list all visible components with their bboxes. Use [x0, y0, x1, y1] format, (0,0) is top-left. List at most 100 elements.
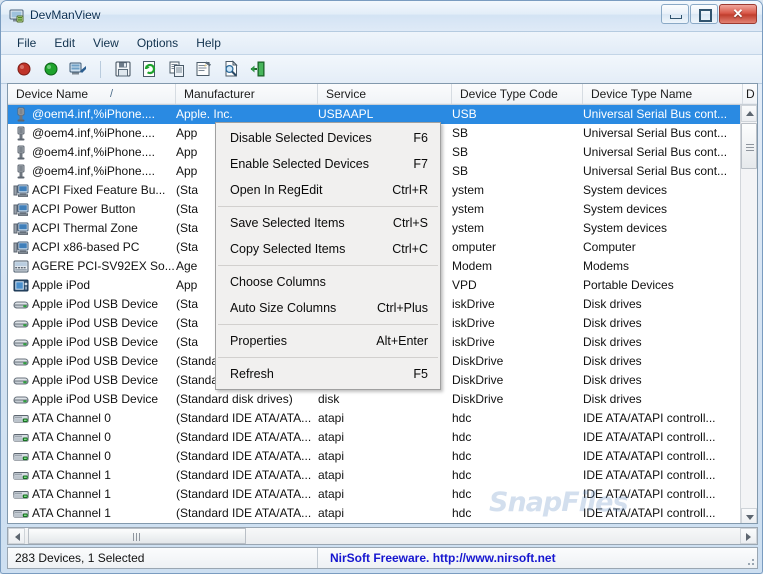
- column-header-service[interactable]: Service: [318, 84, 452, 104]
- context-menu-item-choose-columns[interactable]: Choose Columns: [216, 269, 440, 295]
- status-nirsoft-link[interactable]: NirSoft Freeware. http://www.nirsoft.net: [318, 548, 556, 568]
- context-menu-item-copy-selected-items[interactable]: Copy Selected Items Ctrl+C: [216, 236, 440, 262]
- device-name-cell: ATA Channel 0: [32, 449, 111, 463]
- context-menu-item-enable-selected-devices[interactable]: Enable Selected Devices F7: [216, 151, 440, 177]
- table-row[interactable]: Apple iPod USB Device (Standard disk driv…: [8, 390, 742, 409]
- device-name-cell: Apple iPod USB Device: [32, 392, 159, 406]
- column-header-device-description[interactable]: D: [743, 84, 757, 104]
- device-name-cell: Apple iPod USB Device: [32, 373, 159, 387]
- system-device-icon: [13, 240, 29, 255]
- close-button[interactable]: ✕: [719, 4, 757, 24]
- device-type-code-cell: DiskDrive: [452, 354, 504, 368]
- table-row[interactable]: ATA Channel 1 (Standard IDE ATA/ATA... ata…: [8, 466, 742, 485]
- device-name-cell: Apple iPod USB Device: [32, 335, 159, 349]
- menu-item-shortcut: Ctrl+R: [392, 183, 428, 197]
- table-row[interactable]: ATA Channel 1 (Standard IDE ATA/ATA... ata…: [8, 485, 742, 504]
- device-type-name-cell: Modems: [583, 259, 630, 273]
- device-name-cell: ACPI x86-based PC: [32, 240, 140, 254]
- context-menu-item-auto-size-columns[interactable]: Auto Size Columns Ctrl+Plus: [216, 295, 440, 321]
- maximize-button[interactable]: [690, 4, 718, 24]
- context-menu[interactable]: Disable Selected Devices F6 Enable Selecte…: [215, 122, 441, 390]
- scroll-right-button[interactable]: [740, 528, 757, 544]
- close-icon: ✕: [732, 6, 744, 21]
- service-cell: atapi: [318, 430, 345, 444]
- menu-item-shortcut: F7: [413, 157, 428, 171]
- device-type-code-cell: ystem: [452, 183, 485, 197]
- device-type-code-cell: Modem: [452, 259, 493, 273]
- device-type-name-cell: Disk drives: [583, 335, 642, 349]
- horizontal-scrollbar[interactable]: [7, 527, 758, 545]
- column-header-device-type-name[interactable]: Device Type Name: [583, 84, 743, 104]
- menu-bar: File Edit View Options Help: [1, 32, 762, 55]
- device-type-name-cell: Computer: [583, 240, 636, 254]
- menu-options[interactable]: Options: [128, 33, 187, 53]
- column-header-device-type-code[interactable]: Device Type Code: [452, 84, 583, 104]
- context-menu-item-open-in-regedit[interactable]: Open In RegEdit Ctrl+R: [216, 177, 440, 203]
- disk-drive-icon: [13, 354, 29, 369]
- scroll-up-button[interactable]: [741, 105, 757, 122]
- regedit-icon[interactable]: [69, 60, 87, 78]
- properties-icon[interactable]: [195, 60, 213, 78]
- system-device-icon: [13, 202, 29, 217]
- table-row[interactable]: ATA Channel 1 (Standard IDE ATA/ATA... ata…: [8, 504, 742, 523]
- horizontal-scroll-thumb[interactable]: [28, 528, 246, 544]
- disk-drive-icon: [13, 316, 29, 331]
- device-name-cell: ACPI Power Button: [32, 202, 136, 216]
- manufacturer-cell: (Standard IDE ATA/ATA...: [176, 449, 312, 463]
- table-row[interactable]: ATA Channel 0 (Standard IDE ATA/ATA... ata…: [8, 428, 742, 447]
- usb-device-icon: [13, 126, 29, 141]
- device-type-name-cell: IDE ATA/ATAPI controll...: [583, 487, 716, 501]
- menu-view[interactable]: View: [84, 33, 128, 53]
- device-type-code-cell: DiskDrive: [452, 373, 504, 387]
- device-type-name-cell: System devices: [583, 221, 668, 235]
- chevron-up-icon: [746, 111, 754, 116]
- enable-device-icon[interactable]: [42, 60, 60, 78]
- minimize-button[interactable]: [661, 4, 689, 24]
- disk-drive-icon: [13, 297, 29, 312]
- column-header-manufacturer[interactable]: Manufacturer: [176, 84, 318, 104]
- context-menu-item-properties[interactable]: Properties Alt+Enter: [216, 328, 440, 354]
- copy-icon[interactable]: [168, 60, 186, 78]
- service-cell: disk: [318, 392, 340, 406]
- save-icon[interactable]: [114, 60, 132, 78]
- service-cell: atapi: [318, 449, 345, 463]
- window-controls: ✕: [661, 4, 757, 24]
- context-menu-item-disable-selected-devices[interactable]: Disable Selected Devices F6: [216, 125, 440, 151]
- exit-icon[interactable]: [249, 60, 267, 78]
- menu-separator: [218, 324, 438, 325]
- device-name-cell: @oem4.inf,%iPhone....: [32, 107, 155, 121]
- usb-device-icon: [13, 145, 29, 160]
- vertical-scrollbar[interactable]: [740, 105, 757, 523]
- scroll-left-button[interactable]: [8, 528, 25, 544]
- vertical-scroll-thumb[interactable]: [741, 123, 757, 169]
- disk-drive-icon: [13, 392, 29, 407]
- manufacturer-cell: (Standard IDE ATA/ATA...: [176, 468, 312, 482]
- device-name-cell: ATA Channel 1: [32, 506, 111, 520]
- modem-icon: [13, 259, 29, 274]
- portable-device-icon: [13, 278, 29, 293]
- device-type-name-cell: IDE ATA/ATAPI controll...: [583, 430, 716, 444]
- resize-grip-icon[interactable]: [744, 555, 755, 566]
- refresh-icon[interactable]: [141, 60, 159, 78]
- table-row[interactable]: ATA Channel 0 (Standard IDE ATA/ATA... ata…: [8, 447, 742, 466]
- menu-item-shortcut: Ctrl+S: [392, 216, 428, 230]
- context-menu-item-save-selected-items[interactable]: Save Selected Items Ctrl+S: [216, 210, 440, 236]
- menu-file[interactable]: File: [8, 33, 45, 53]
- context-menu-item-refresh[interactable]: Refresh F5: [216, 361, 440, 387]
- menu-item-label: Copy Selected Items: [230, 242, 346, 256]
- menu-item-label: Enable Selected Devices: [230, 157, 369, 171]
- scroll-down-button[interactable]: [741, 508, 757, 523]
- find-icon[interactable]: [222, 60, 240, 78]
- ide-controller-icon: [13, 487, 29, 502]
- menu-separator: [218, 265, 438, 266]
- menu-edit[interactable]: Edit: [45, 33, 84, 53]
- manufacturer-cell: (Standard IDE ATA/ATA...: [176, 506, 312, 520]
- menu-separator: [218, 206, 438, 207]
- disable-device-icon[interactable]: [15, 60, 33, 78]
- menu-item-shortcut: F6: [413, 131, 428, 145]
- menu-item-label: Disable Selected Devices: [230, 131, 372, 145]
- status-bar: 283 Devices, 1 Selected NirSoft Freeware…: [7, 547, 758, 569]
- column-header-device-name[interactable]: Device Name /: [8, 84, 176, 104]
- table-row[interactable]: ATA Channel 0 (Standard IDE ATA/ATA... ata…: [8, 409, 742, 428]
- menu-help[interactable]: Help: [187, 33, 230, 53]
